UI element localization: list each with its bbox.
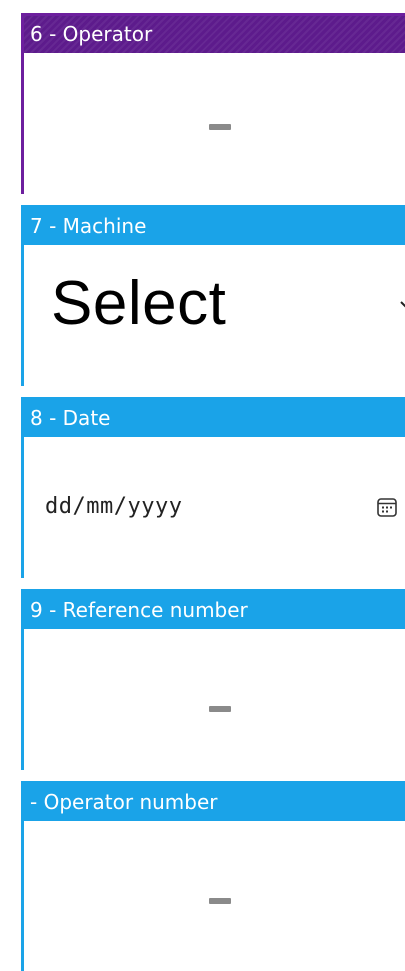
date-field-header: 8 - Date bbox=[24, 400, 405, 437]
operator-number-value-dash bbox=[209, 898, 231, 904]
machine-field-header: 7 - Machine bbox=[24, 208, 405, 245]
operator-number-field-header: - Operator number bbox=[24, 784, 405, 821]
machine-field-card: 7 - Machine Select bbox=[21, 205, 405, 386]
operator-field-body[interactable] bbox=[24, 53, 405, 194]
calendar-icon[interactable] bbox=[376, 496, 398, 518]
date-input-placeholder: dd/mm/yyyy bbox=[45, 494, 183, 519]
machine-select-value: Select bbox=[51, 269, 227, 338]
operator-field-header: 6 - Operator bbox=[24, 16, 405, 53]
operator-value-dash bbox=[209, 124, 231, 130]
operator-number-field-card: - Operator number bbox=[21, 781, 405, 971]
reference-number-field-card: 9 - Reference number bbox=[21, 589, 405, 770]
date-field-card: 8 - Date dd/mm/yyyy bbox=[21, 397, 405, 578]
chevron-down-icon bbox=[400, 301, 405, 311]
reference-number-field-header: 9 - Reference number bbox=[24, 592, 405, 629]
reference-number-value-dash bbox=[209, 706, 231, 712]
operator-field-card: 6 - Operator bbox=[21, 13, 405, 194]
operator-number-field-body[interactable] bbox=[24, 821, 405, 971]
machine-select[interactable]: Select bbox=[24, 245, 405, 386]
date-input[interactable]: dd/mm/yyyy bbox=[24, 437, 405, 578]
reference-number-field-body[interactable] bbox=[24, 629, 405, 770]
